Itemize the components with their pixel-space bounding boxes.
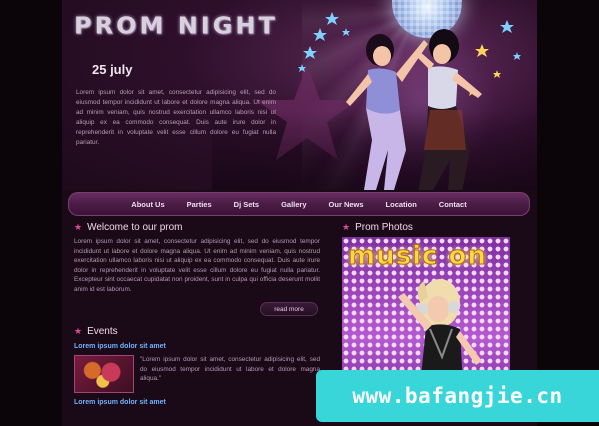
nav-item-dj-sets[interactable]: Dj Sets xyxy=(223,200,270,209)
nav-item-about-us[interactable]: About Us xyxy=(120,200,175,209)
events-title: Events xyxy=(87,326,118,337)
event-date: 25 july xyxy=(92,62,133,77)
event-heading-link[interactable]: Lorem ipsum dolor sit amet xyxy=(74,399,320,406)
main-nav: About Us Parties Dj Sets Gallery Our New… xyxy=(68,192,530,216)
star-icon: ★ xyxy=(74,326,83,336)
page-container: PROM NIGHT 25 july Lorem ipsum dolor sit… xyxy=(62,0,537,426)
page-margin-right xyxy=(537,0,599,426)
photos-heading: ★ Prom Photos xyxy=(342,222,512,233)
nav-item-our-news[interactable]: Our News xyxy=(318,200,375,209)
nav-item-location[interactable]: Location xyxy=(375,200,428,209)
event-heading-link[interactable]: Lorem ipsum dolor sit amet xyxy=(74,343,320,350)
welcome-text: Lorem ipsum dolor sit amet, consectetur … xyxy=(74,238,320,293)
star-icon: ★ xyxy=(74,222,83,232)
event-text: "Lorem ipsum dolor sit amet, consectetur… xyxy=(140,356,320,382)
nav-item-parties[interactable]: Parties xyxy=(176,200,223,209)
read-more-button[interactable]: read more xyxy=(260,302,318,316)
intro-text: Lorem ipsum dolor sit amet, consectetur … xyxy=(76,89,276,146)
events-heading: ★ Events xyxy=(74,326,320,337)
dancers-illustration xyxy=(346,29,482,190)
site-logo[interactable]: PROM NIGHT xyxy=(74,13,278,40)
nav-item-contact[interactable]: Contact xyxy=(428,200,478,209)
event-thumbnail[interactable] xyxy=(74,355,134,393)
star-icon: ★ xyxy=(342,222,351,232)
event-item: "Lorem ipsum dolor sit amet, consectetur… xyxy=(74,355,320,393)
header-banner: PROM NIGHT 25 july Lorem ipsum dolor sit… xyxy=(62,0,537,190)
welcome-title: Welcome to our prom xyxy=(87,222,183,233)
content-left-column: ★ Welcome to our prom Lorem ipsum dolor … xyxy=(74,222,320,406)
nav-item-gallery[interactable]: Gallery xyxy=(270,200,317,209)
events-section: ★ Events Lorem ipsum dolor sit amet "Lor… xyxy=(74,326,320,406)
watermark-banner: www.bafangjie.cn xyxy=(316,370,599,422)
page-margin-left xyxy=(0,0,62,426)
welcome-heading: ★ Welcome to our prom xyxy=(74,222,320,233)
photos-title: Prom Photos xyxy=(355,222,413,233)
